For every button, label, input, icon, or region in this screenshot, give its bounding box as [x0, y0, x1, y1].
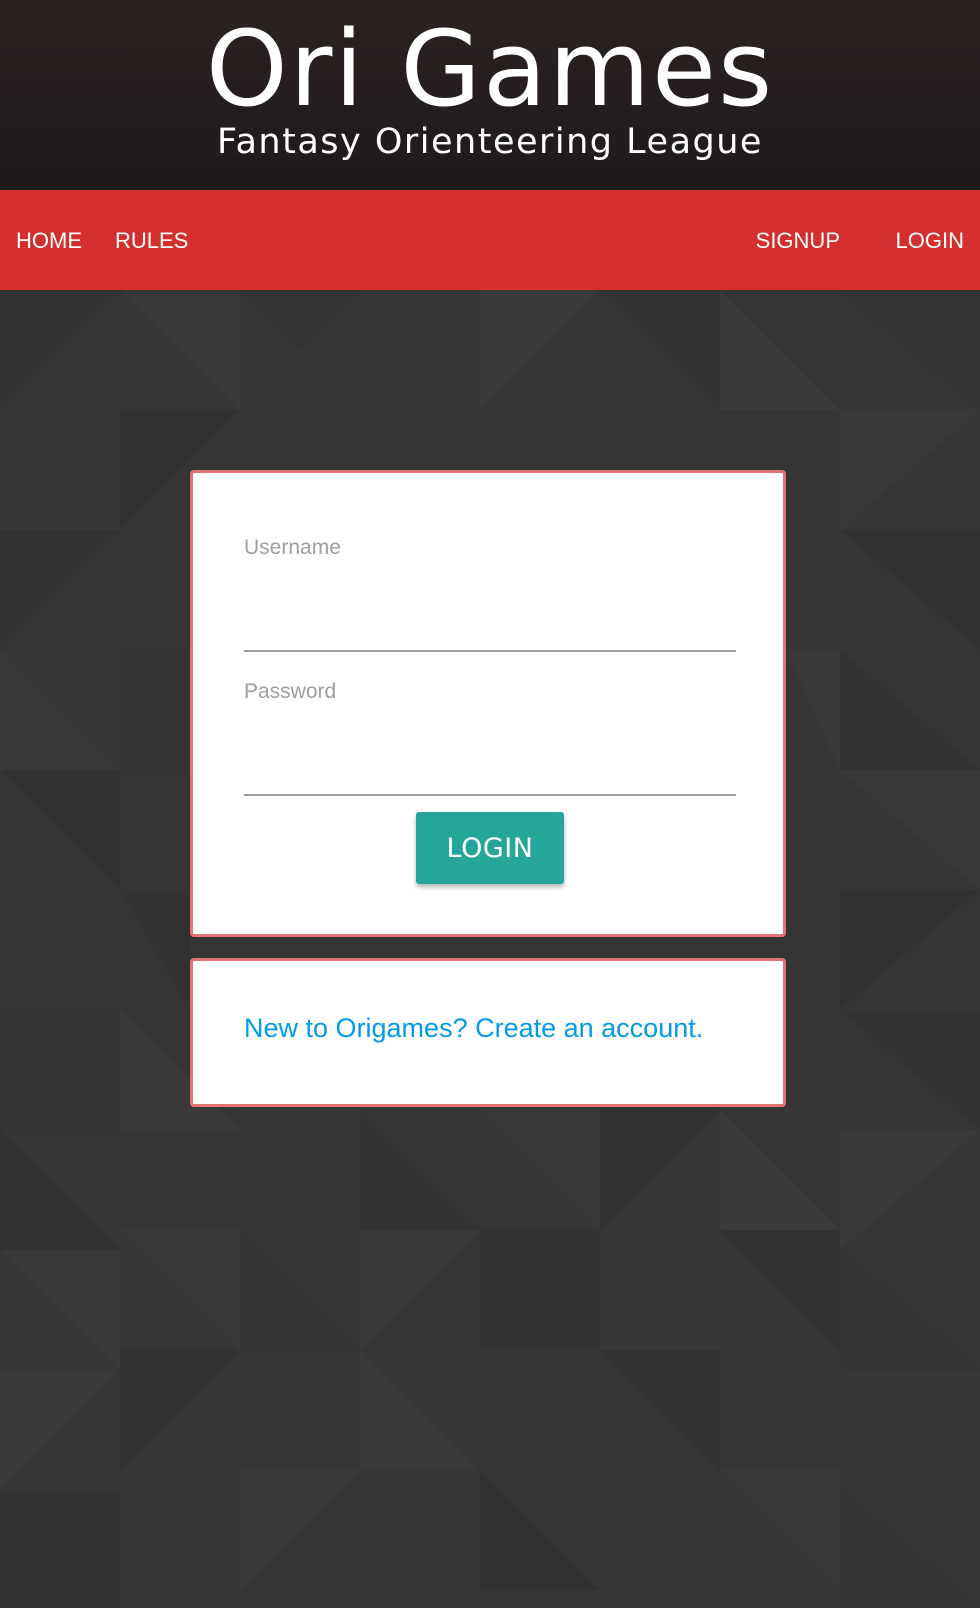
nav-bar: HOME RULES SIGNUP LOGIN — [0, 190, 980, 290]
site-header: Ori Games Fantasy Orienteering League — [0, 0, 980, 190]
nav-rules-link[interactable]: RULES — [115, 190, 188, 290]
nav-home-link[interactable]: HOME — [16, 190, 82, 290]
password-label: Password — [244, 680, 337, 703]
password-input[interactable] — [244, 736, 736, 796]
site-title: Ori Games — [205, 8, 775, 130]
username-input[interactable] — [244, 592, 736, 652]
signup-prompt-card: New to Origames? Create an account. — [190, 958, 786, 1107]
create-account-link[interactable]: New to Origames? Create an account. — [244, 1013, 703, 1044]
nav-login-link[interactable]: LOGIN — [896, 190, 964, 290]
nav-signup-link[interactable]: SIGNUP — [756, 190, 840, 290]
username-label: Username — [244, 536, 341, 559]
site-subtitle: Fantasy Orienteering League — [217, 122, 763, 162]
login-card: Username Password LOGIN — [190, 470, 786, 937]
login-submit-button[interactable]: LOGIN — [416, 812, 564, 884]
